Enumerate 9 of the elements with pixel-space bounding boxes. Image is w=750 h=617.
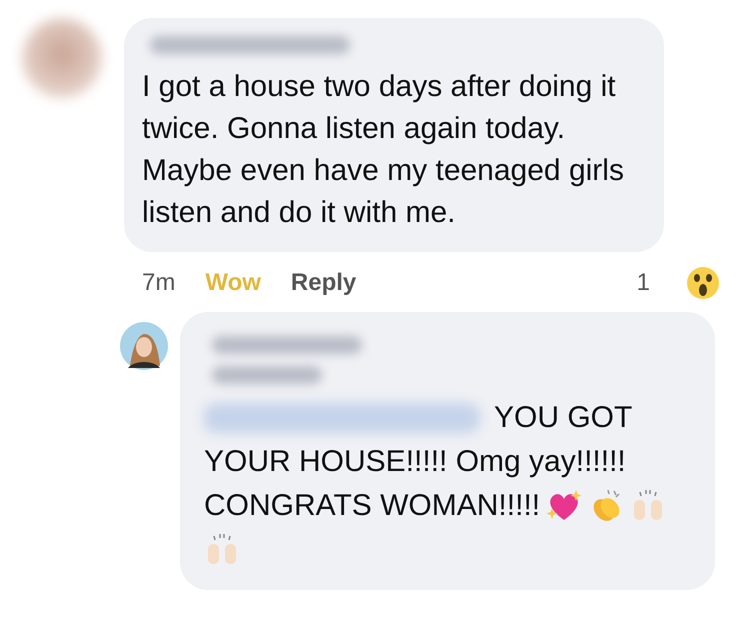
reply-link[interactable]: Reply: [290, 269, 356, 297]
comment-text: I got a house two days after doing it twice. Gonna listen again today. Maybe even have my teenaged girls listen and do it with me.: [142, 70, 624, 229]
reply-text: YOU GOT: [494, 400, 632, 436]
reaction-count: 1: [636, 269, 650, 297]
avatar: [120, 322, 168, 370]
reply-text: CONGRATS WOMAN!!!!!: [204, 488, 540, 524]
wow-face-icon[interactable]: [686, 266, 720, 300]
timestamp: 7m: [142, 269, 176, 297]
reply-text: YOUR HOUSE!!!!! Omg yay!!!!!!: [204, 444, 626, 480]
